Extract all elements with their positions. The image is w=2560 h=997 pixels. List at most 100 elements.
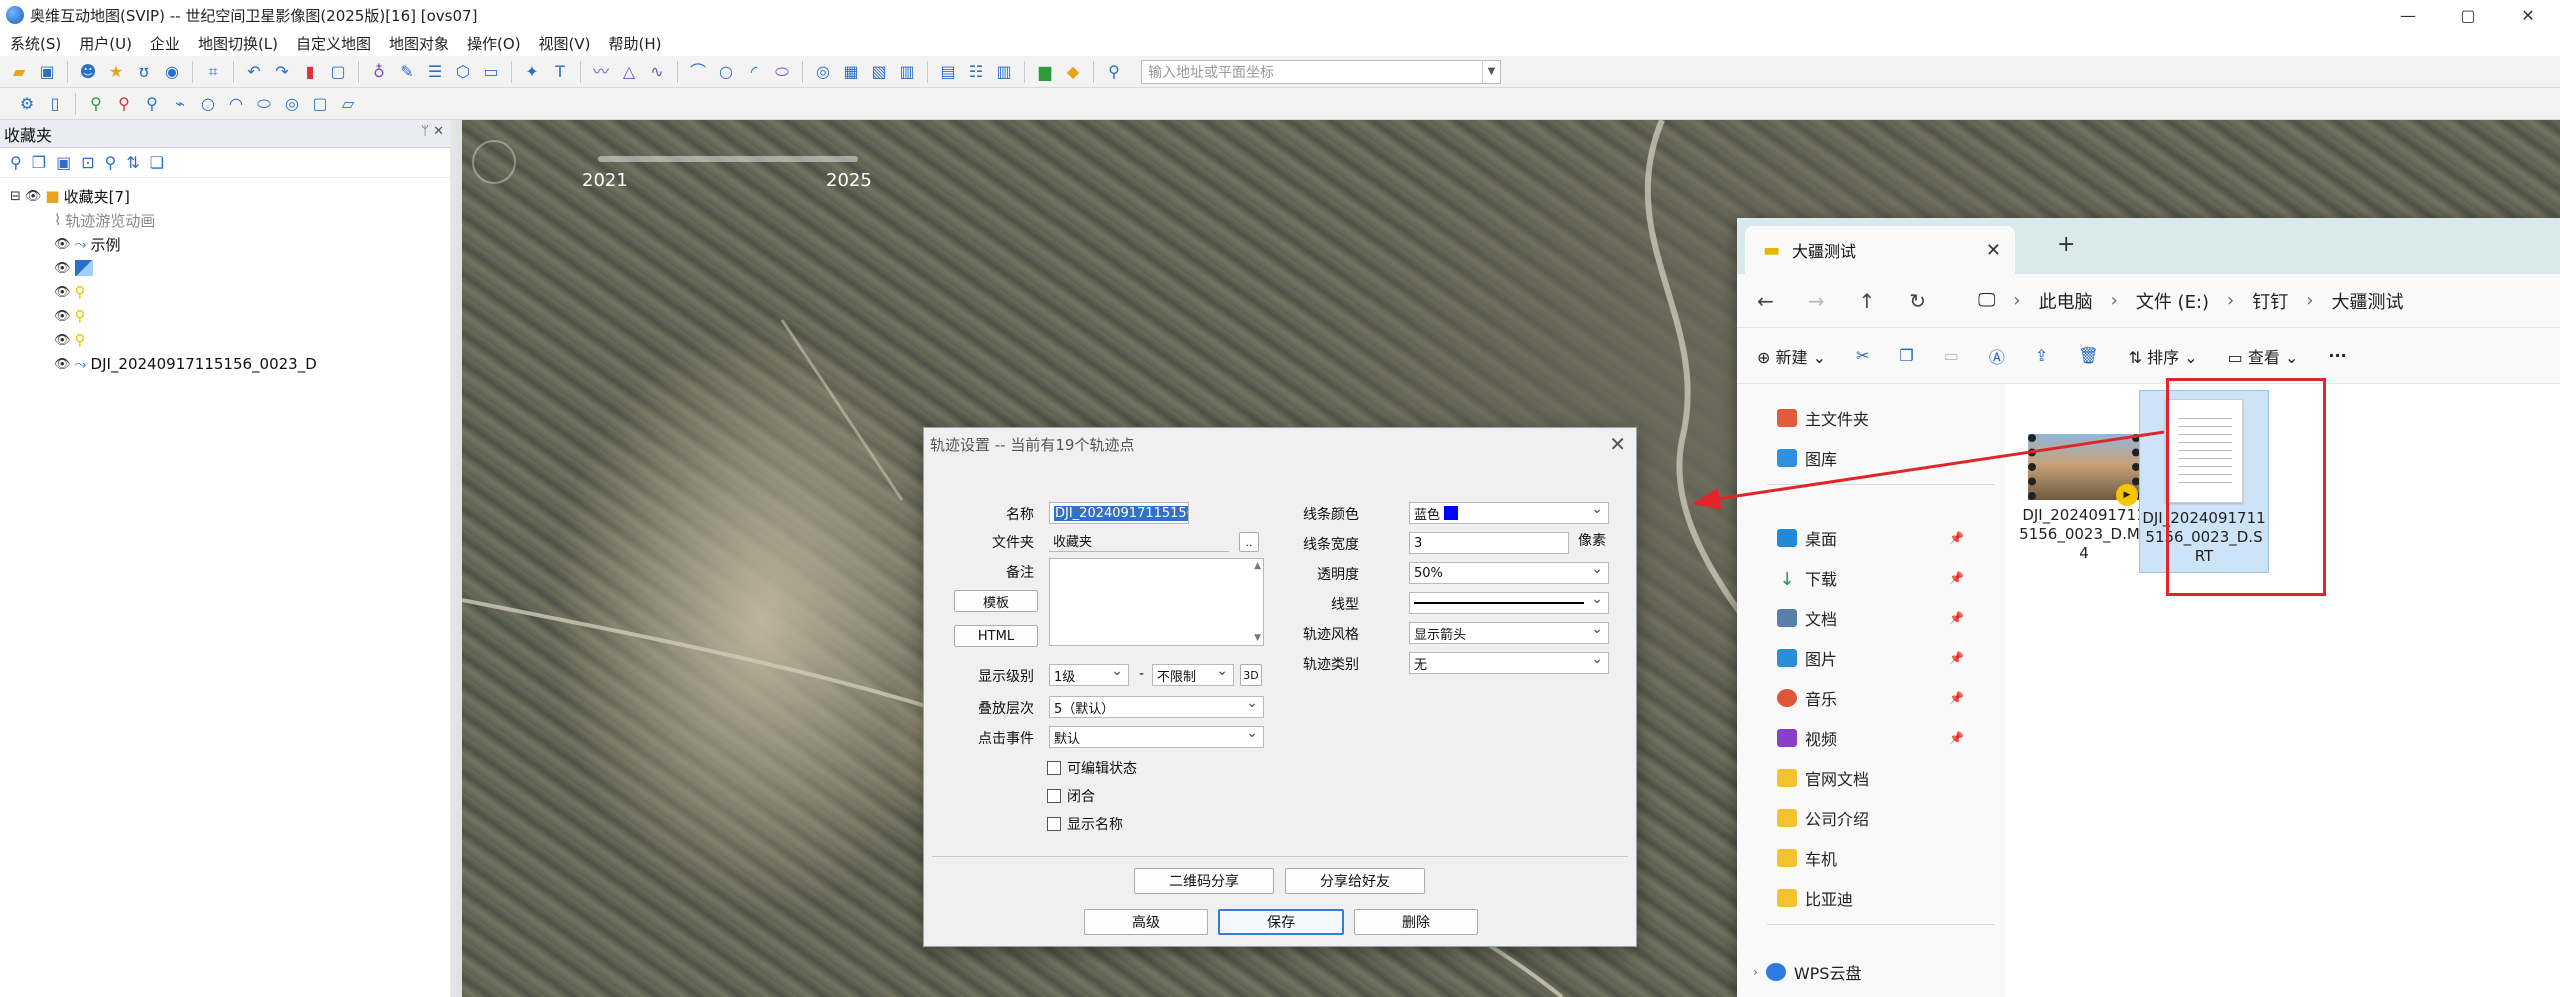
- 3d-button[interactable]: 3D: [1240, 664, 1262, 686]
- sidebar-item-gallery[interactable]: 图库: [1777, 446, 1837, 470]
- pin-icon[interactable]: 📌: [1949, 731, 1964, 745]
- copy-icon[interactable]: ❐: [32, 153, 46, 172]
- opacity-select[interactable]: 50%: [1409, 562, 1609, 584]
- panel-pin-close-icon[interactable]: ᛘ ✕: [421, 124, 444, 139]
- line-tool-icon[interactable]: ⌁: [169, 93, 191, 115]
- copy-icon[interactable]: ❐: [1899, 346, 1913, 365]
- undo-icon[interactable]: ↶: [243, 61, 265, 83]
- visibility-eye-icon[interactable]: 👁: [25, 189, 42, 204]
- menu-operation[interactable]: 操作(O): [467, 33, 521, 54]
- new-button[interactable]: ⊕ 新建 ⌄: [1757, 344, 1826, 368]
- ring-tool-icon[interactable]: ◎: [281, 93, 303, 115]
- visibility-eye-icon[interactable]: 👁: [54, 333, 71, 348]
- tree-item-pin-1[interactable]: 👁 ⚲: [54, 280, 86, 304]
- tree-item-example[interactable]: 👁 ⤳ 示例: [54, 232, 121, 256]
- camera-icon[interactable]: ▭: [480, 61, 502, 83]
- closed-checkbox[interactable]: 闭合: [1047, 786, 1095, 806]
- sidebar-item-byd[interactable]: 比亚迪: [1777, 886, 1853, 910]
- ellipse-tool-icon[interactable]: ⬭: [253, 93, 275, 115]
- sort-icon[interactable]: ⇅: [126, 153, 139, 172]
- menu-custom-map[interactable]: 自定义地图: [296, 33, 371, 54]
- text-tool-icon[interactable]: T: [549, 61, 571, 83]
- time-slider[interactable]: 2021 2025: [580, 148, 880, 198]
- sidebar-item-pictures[interactable]: 图片 📌: [1777, 646, 1964, 670]
- pin-icon[interactable]: ⚲: [105, 153, 117, 172]
- delete-trash-icon[interactable]: 🗑: [2078, 346, 2098, 365]
- visibility-eye-icon[interactable]: 👁: [54, 357, 71, 372]
- minimize-button[interactable]: —: [2380, 0, 2436, 30]
- menu-system[interactable]: 系统(S): [10, 33, 61, 54]
- forward-arrow-icon[interactable]: →: [1808, 289, 1825, 313]
- line-width-input[interactable]: 3: [1409, 532, 1569, 554]
- new-tab-button[interactable]: +: [2057, 232, 2075, 257]
- search-icon[interactable]: ⚲: [1103, 61, 1125, 83]
- duplicate-icon[interactable]: ❏: [150, 153, 164, 172]
- layer-order-select[interactable]: 5（默认）: [1049, 696, 1264, 718]
- vip-diamond-icon[interactable]: ◆: [1062, 61, 1084, 83]
- circle-icon[interactable]: ○: [715, 61, 737, 83]
- select-rect-icon[interactable]: ▢: [327, 61, 349, 83]
- editable-checkbox[interactable]: 可编辑状态: [1047, 758, 1137, 778]
- visibility-eye-icon[interactable]: 👁: [54, 285, 71, 300]
- blue-pin-icon[interactable]: ⚲: [141, 93, 163, 115]
- view-button[interactable]: ▭ 查看 ⌄: [2228, 344, 2299, 368]
- columns-icon[interactable]: ▥: [993, 61, 1015, 83]
- save-icon[interactable]: ▣: [36, 61, 58, 83]
- sidebar-item-videos[interactable]: 视频 📌: [1777, 726, 1964, 750]
- checkbox-box[interactable]: [1047, 761, 1061, 775]
- tree-item-pin-3[interactable]: 👁 ⚲: [54, 328, 86, 352]
- chevron-down-icon[interactable]: ▼: [1482, 60, 1500, 83]
- polygon-icon[interactable]: ⬡: [452, 61, 474, 83]
- close-tab-icon[interactable]: ✕: [1986, 240, 2001, 261]
- pin-icon[interactable]: 📌: [1949, 531, 1964, 545]
- share-icon[interactable]: ʊ: [133, 61, 155, 83]
- pin-tool-icon[interactable]: ✦: [521, 61, 543, 83]
- compass-icon[interactable]: [472, 140, 516, 184]
- open-folder-icon[interactable]: ▰: [8, 61, 30, 83]
- template-button[interactable]: 模板: [954, 590, 1038, 612]
- tree-item-animation[interactable]: ⌇ 轨迹游览动画: [54, 208, 155, 232]
- square-tool-icon[interactable]: ▢: [309, 93, 331, 115]
- layer-icon[interactable]: ◎: [812, 61, 834, 83]
- triangle-icon[interactable]: △: [618, 61, 640, 83]
- sidebar-item-car[interactable]: 车机: [1777, 846, 1837, 870]
- menu-enterprise[interactable]: 企业: [150, 33, 180, 54]
- rename-icon[interactable]: Ⓐ: [1989, 344, 2005, 368]
- tree-item-image[interactable]: 👁: [54, 256, 93, 280]
- sidebar-item-wps-cloud[interactable]: › WPS云盘: [1753, 960, 1861, 984]
- bookmark-tool-icon[interactable]: ▱: [337, 93, 359, 115]
- marker-icon[interactable]: ♁: [368, 61, 390, 83]
- advanced-button[interactable]: 高级: [1084, 909, 1208, 935]
- curve-icon[interactable]: ∿: [646, 61, 668, 83]
- chevron-right-icon[interactable]: ›: [1753, 965, 1758, 979]
- up-arrow-icon[interactable]: ↑: [1859, 289, 1876, 313]
- circle-tool-icon[interactable]: ○: [197, 93, 219, 115]
- checkbox-box[interactable]: [1047, 817, 1061, 831]
- scroll-up-icon[interactable]: ▲: [1254, 561, 1261, 571]
- track-category-select[interactable]: 无: [1409, 652, 1609, 674]
- arc2-icon[interactable]: ◜: [743, 61, 765, 83]
- menu-map-object[interactable]: 地图对象: [389, 33, 449, 54]
- breadcrumb-dji-test[interactable]: 大疆测试: [2331, 288, 2403, 314]
- locate-icon[interactable]: ⊡: [81, 153, 94, 172]
- share-icon[interactable]: ⇪: [2035, 346, 2048, 365]
- name-field[interactable]: DJI_20240917115156_0023_D: [1049, 502, 1189, 524]
- sidebar-item-downloads[interactable]: ↓ 下载 📌: [1777, 566, 1964, 590]
- green-pin-icon[interactable]: ⚲: [85, 93, 107, 115]
- sidebar-item-documents[interactable]: 文档 📌: [1777, 606, 1964, 630]
- file-item-mp4[interactable]: ▶ DJI_20240917115156_0023_D.MP4: [2019, 434, 2149, 563]
- chat-icon[interactable]: ▆: [1034, 61, 1056, 83]
- users-icon[interactable]: ☻: [77, 61, 99, 83]
- map-icon[interactable]: ▧: [868, 61, 890, 83]
- menu-view[interactable]: 视图(V): [539, 33, 591, 54]
- time-slider-track[interactable]: [598, 156, 858, 162]
- favorite-star-icon[interactable]: ★: [105, 61, 127, 83]
- pin-icon[interactable]: 📌: [1949, 651, 1964, 665]
- sort-button[interactable]: ⇅ 排序 ⌄: [2129, 344, 2198, 368]
- grid-icon[interactable]: ▦: [840, 61, 862, 83]
- pin-icon[interactable]: 📌: [1949, 611, 1964, 625]
- save-button[interactable]: 保存: [1218, 909, 1344, 935]
- menu-map-switch[interactable]: 地图切换(L): [198, 33, 278, 54]
- level-to-select[interactable]: 不限制: [1152, 664, 1234, 686]
- refresh-icon[interactable]: ↻: [1909, 289, 1926, 313]
